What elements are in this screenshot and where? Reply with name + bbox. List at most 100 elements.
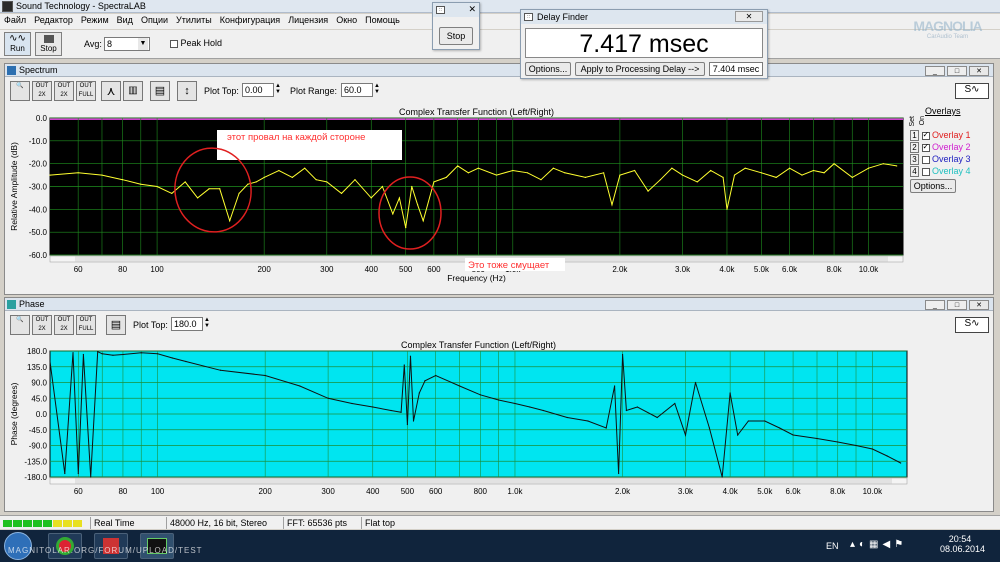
menu-mode[interactable]: Режим bbox=[77, 14, 113, 26]
x-tick-label: 8.0k bbox=[826, 265, 842, 274]
plot-top-input[interactable]: 0.00 bbox=[242, 83, 274, 97]
menu-window[interactable]: Окно bbox=[332, 14, 361, 26]
data-point bbox=[495, 174, 498, 176]
delay-options-button[interactable]: Options... bbox=[525, 62, 571, 76]
menu-options[interactable]: Опции bbox=[137, 14, 172, 26]
data-point bbox=[403, 364, 405, 366]
menu-edit[interactable]: Редактор bbox=[30, 14, 77, 26]
data-point bbox=[64, 472, 66, 475]
scope-icon[interactable]: S∿ bbox=[955, 83, 989, 99]
close-icon[interactable]: ✕ bbox=[969, 300, 989, 310]
close-icon[interactable]: ✕ bbox=[735, 11, 763, 22]
app-title-bar: Sound Technology - SpectraLAB bbox=[0, 0, 1000, 13]
zoom-full-icon[interactable]: OUT FULL bbox=[76, 81, 96, 101]
zoom-in-2x-icon[interactable]: OUT 2X bbox=[32, 315, 52, 335]
data-point bbox=[789, 167, 791, 169]
data-point bbox=[82, 353, 84, 356]
plot-top-spinner[interactable]: ▲ ▼ bbox=[204, 317, 210, 329]
menu-file[interactable]: Файл bbox=[0, 14, 30, 26]
minimize-icon[interactable]: _ bbox=[925, 66, 945, 76]
data-point bbox=[435, 374, 437, 377]
maximize-icon[interactable]: □ bbox=[947, 300, 967, 310]
data-point bbox=[708, 427, 711, 429]
spectrum-panel: Spectrum _ □ ✕ 🔍 OUT 2X OUT 2X OUT FULL ⋏ ▥ ▤… bbox=[4, 63, 994, 295]
tray-icons[interactable]: ▴◐▦◀⚑ bbox=[850, 539, 907, 550]
bar-mode-icon[interactable]: ▥ bbox=[123, 81, 143, 101]
overlay-4-checkbox[interactable] bbox=[921, 167, 930, 176]
table-icon[interactable]: ▤ bbox=[150, 81, 170, 101]
cursor-icon[interactable]: ↕ bbox=[177, 81, 197, 101]
data-point bbox=[792, 434, 794, 436]
y-axis-label: Relative Amplitude (dB) bbox=[9, 142, 19, 231]
overlay-3-checkbox[interactable] bbox=[921, 155, 930, 164]
plot-range-label: Plot Range: bbox=[290, 86, 338, 96]
line-mode-icon[interactable]: ⋏ bbox=[101, 81, 121, 101]
x-tick-label: 6.0k bbox=[786, 487, 802, 496]
data-point bbox=[552, 167, 554, 169]
y-tick-label: 90.0 bbox=[31, 379, 47, 388]
plot-range-input[interactable]: 60.0 bbox=[341, 83, 373, 97]
menu-view[interactable]: Вид bbox=[113, 14, 137, 26]
plot-range-spinner[interactable]: ▲ ▼ bbox=[374, 83, 380, 95]
x-tick-label: 2.0k bbox=[612, 265, 628, 274]
data-point bbox=[721, 476, 723, 478]
peak-hold-checkbox[interactable]: Peak Hold bbox=[170, 38, 222, 48]
run-button[interactable]: ∿∿ Run bbox=[4, 32, 31, 56]
overlay-row[interactable]: 2 Overlay 2 bbox=[910, 142, 971, 153]
y-tick-label: 0.0 bbox=[36, 114, 48, 123]
data-point bbox=[351, 402, 353, 405]
plot-top-spinner[interactable]: ▲ ▼ bbox=[275, 83, 281, 95]
overlay-2-checkbox[interactable] bbox=[921, 142, 930, 152]
menu-utilities[interactable]: Утилиты bbox=[172, 14, 216, 26]
minimize-icon[interactable]: _ bbox=[925, 300, 945, 310]
overlay-row[interactable]: 3 Overlay 3 bbox=[910, 154, 971, 165]
maximize-icon[interactable]: □ bbox=[947, 66, 967, 76]
clock[interactable]: 20:54 08.06.2014 bbox=[940, 534, 985, 554]
zoom-icon[interactable]: 🔍 bbox=[10, 81, 30, 101]
data-point bbox=[354, 179, 356, 181]
stop-dialog-button[interactable]: Stop bbox=[439, 27, 473, 45]
data-point bbox=[584, 176, 587, 178]
delay-finder-title: Delay Finder bbox=[537, 12, 589, 22]
zoom-out-2x-icon[interactable]: OUT 2X bbox=[54, 81, 74, 101]
stop-button[interactable]: Stop bbox=[35, 32, 62, 56]
zoom-full-icon[interactable]: OUT FULL bbox=[76, 315, 96, 335]
zoom-out-2x-icon[interactable]: OUT 2X bbox=[54, 315, 74, 335]
data-point bbox=[278, 169, 280, 172]
table-icon[interactable]: ▤ bbox=[106, 315, 126, 335]
data-point bbox=[498, 399, 500, 401]
scope-icon[interactable]: S∿ bbox=[955, 317, 989, 333]
avg-select[interactable]: 8 ▼ bbox=[104, 37, 150, 51]
avg-value: 8 bbox=[107, 39, 113, 49]
x-tick-label: 200 bbox=[258, 487, 272, 496]
data-point bbox=[514, 402, 516, 405]
overlay-options-button[interactable]: Options... bbox=[910, 179, 956, 193]
close-icon[interactable]: ✕ bbox=[969, 66, 989, 76]
language-indicator[interactable]: EN bbox=[826, 541, 839, 551]
menu-license[interactable]: Лицензия bbox=[284, 14, 332, 26]
menu-configuration[interactable]: Конфигурация bbox=[216, 14, 284, 26]
plot-top-input[interactable]: 180.0 bbox=[171, 317, 203, 331]
peak-hold-label: Peak Hold bbox=[180, 38, 223, 48]
overlay-4-label: Overlay 4 bbox=[932, 166, 971, 176]
data-point bbox=[656, 416, 658, 419]
run-label: Run bbox=[10, 44, 25, 53]
menu-help[interactable]: Помощь bbox=[361, 14, 404, 26]
data-point bbox=[529, 406, 531, 408]
zoom-icon[interactable]: 🔍 bbox=[10, 315, 30, 335]
y-tick-label: -40.0 bbox=[29, 205, 48, 214]
data-point bbox=[621, 353, 624, 356]
close-icon[interactable]: ✕ bbox=[468, 4, 476, 15]
x-tick-label: 80 bbox=[118, 487, 127, 496]
apply-delay-button[interactable]: Apply to Processing Delay --> bbox=[575, 62, 705, 76]
data-point bbox=[238, 192, 240, 194]
overlay-1-checkbox[interactable] bbox=[921, 130, 930, 140]
status-bar: Real Time 48000 Hz, 16 bit, Stereo FFT: … bbox=[0, 515, 1000, 529]
x-tick-label: 4.0k bbox=[723, 487, 739, 496]
phase-chart: Complex Transfer Function (Left/Right) 18… bbox=[9, 340, 908, 496]
dialog-icon: :: bbox=[524, 13, 533, 21]
overlay-row[interactable]: 4 Overlay 4 bbox=[910, 166, 971, 177]
zoom-in-2x-icon[interactable]: OUT 2X bbox=[32, 81, 52, 101]
data-point bbox=[417, 204, 419, 206]
overlay-row[interactable]: 1 Overlay 1 bbox=[910, 130, 971, 141]
